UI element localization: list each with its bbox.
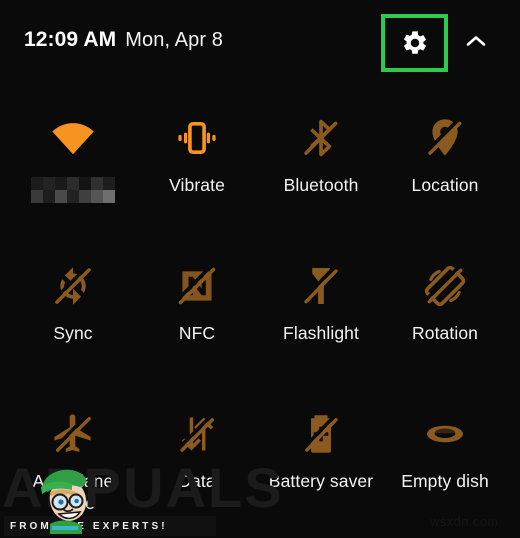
tile-sync[interactable]: Sync xyxy=(8,244,138,392)
tile-label: Sync xyxy=(53,323,93,343)
airplane-off-icon[interactable] xyxy=(45,406,101,462)
location-off-icon[interactable] xyxy=(417,110,473,166)
clock-date: Mon, Apr 8 xyxy=(125,29,223,51)
tile-nfc[interactable]: NFC xyxy=(132,244,262,392)
tile-label: Flashlight xyxy=(283,323,359,343)
chevron-up-icon[interactable] xyxy=(464,33,488,54)
battery-saver-off-icon[interactable] xyxy=(293,406,349,462)
tile-label: NFC xyxy=(178,323,216,343)
rotation-off-icon[interactable] xyxy=(417,258,473,314)
tile-row: Sync NFC Flashlight Rotation xyxy=(0,244,520,392)
tile-label: Bluetooth xyxy=(283,175,359,195)
mobile-data-off-icon[interactable] xyxy=(169,406,225,462)
bluetooth-off-icon[interactable] xyxy=(293,110,349,166)
tile-battery-saver[interactable]: Battery saver xyxy=(256,392,386,538)
clock-time: 12:09 AM xyxy=(24,28,117,51)
status-bar: 12:09 AM Mon, Apr 8 xyxy=(0,0,520,88)
site-url-watermark: wsxdn.com xyxy=(430,514,499,529)
sync-off-icon[interactable] xyxy=(45,258,101,314)
flashlight-off-icon[interactable] xyxy=(293,258,349,314)
tile-wifi[interactable] xyxy=(8,96,138,244)
tile-aeroplane-mode[interactable]: Aeroplane mode xyxy=(8,392,138,538)
vibrate-icon[interactable] xyxy=(169,110,225,166)
tile-label: Location xyxy=(411,175,479,195)
wifi-icon[interactable] xyxy=(45,110,101,166)
tile-row: Vibrate Bluetooth Location xyxy=(0,96,520,244)
tile-location[interactable]: Location xyxy=(380,96,510,244)
nfc-off-icon[interactable] xyxy=(169,258,225,314)
tile-label: Empty dish xyxy=(401,471,489,491)
tile-flashlight[interactable]: Flashlight xyxy=(256,244,386,392)
quick-settings-panel: 12:09 AM Mon, Apr 8 Vibrate Bluetooth Lo… xyxy=(0,0,520,538)
tile-bluetooth[interactable]: Bluetooth xyxy=(256,96,386,244)
tile-label: Battery saver xyxy=(268,471,374,491)
tile-label: Aeroplane mode xyxy=(32,471,114,513)
tile-vibrate[interactable]: Vibrate xyxy=(132,96,262,244)
tile-label: Data xyxy=(178,471,216,491)
tile-rotation[interactable]: Rotation xyxy=(380,244,510,392)
tile-data[interactable]: Data xyxy=(132,392,262,538)
quick-settings-tile-grid: Vibrate Bluetooth Location Sync NFC Flas… xyxy=(0,96,520,516)
collapse-panel-button[interactable] xyxy=(462,30,490,56)
gear-icon[interactable] xyxy=(401,29,429,57)
settings-button-highlight[interactable] xyxy=(381,14,448,72)
wifi-ssid-label-censored xyxy=(31,177,115,203)
tile-label: Vibrate xyxy=(169,175,225,195)
dish-icon[interactable] xyxy=(417,406,473,462)
clock: 12:09 AM Mon, Apr 8 xyxy=(24,28,223,52)
tile-label: Rotation xyxy=(412,323,478,343)
